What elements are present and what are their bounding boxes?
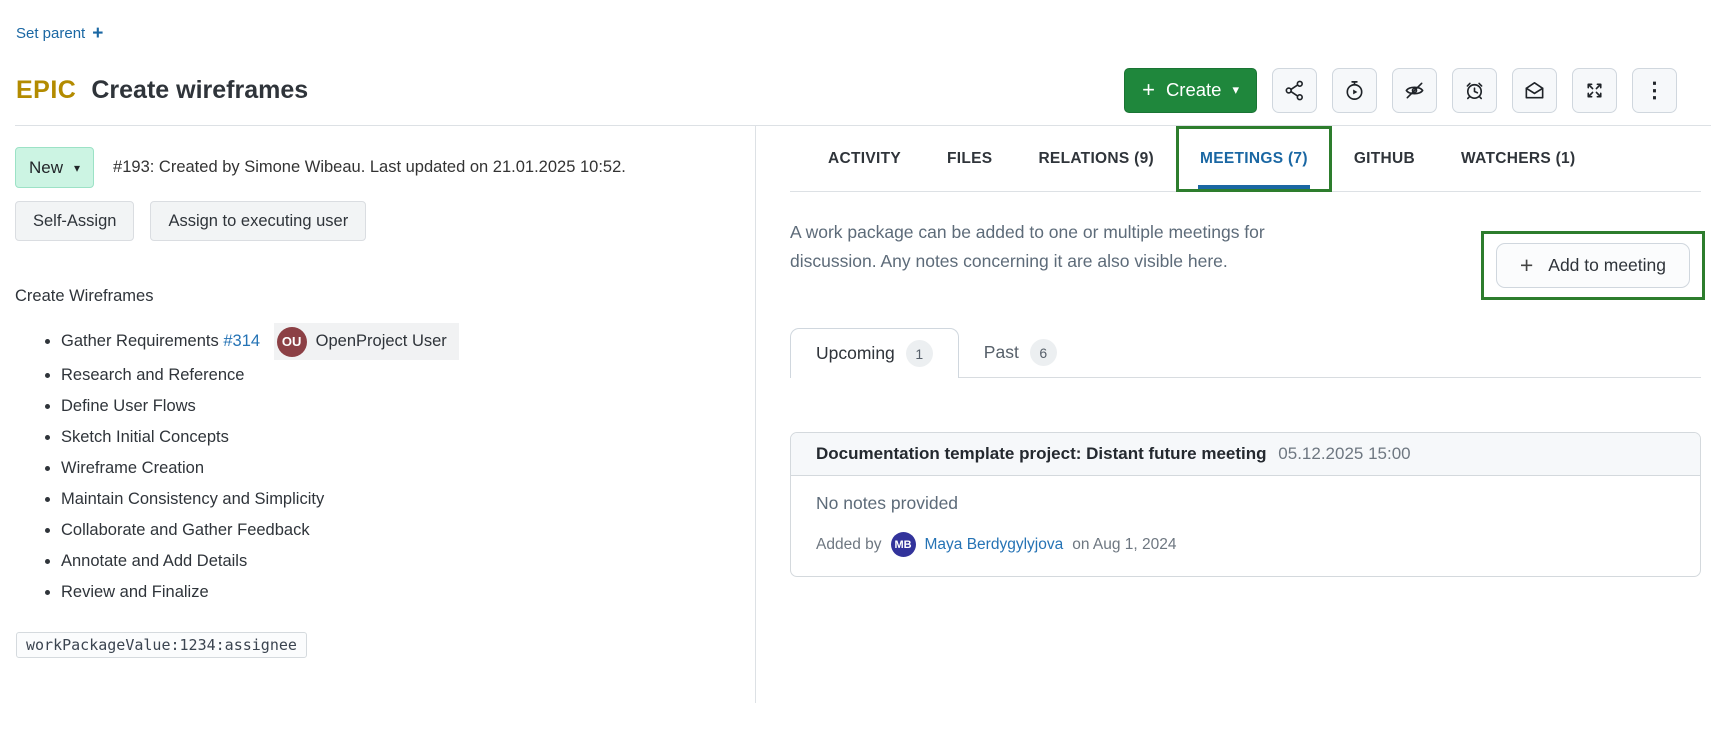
assign-actions-row: Self-Assign Assign to executing user <box>15 201 741 241</box>
share-icon <box>1283 79 1306 102</box>
list-item: Collaborate and Gather Feedback <box>61 515 741 546</box>
plus-icon: + <box>1520 254 1533 277</box>
tab-files[interactable]: FILES <box>947 126 992 191</box>
list-item: Sketch Initial Concepts <box>61 422 741 453</box>
add-to-meeting-label: Add to meeting <box>1548 255 1666 276</box>
meeting-title: Documentation template project: Distant … <box>816 444 1267 463</box>
plus-icon: + <box>92 24 103 43</box>
tab-github[interactable]: GITHUB <box>1354 126 1415 191</box>
subtab-upcoming-label: Upcoming <box>816 343 895 364</box>
avatar: OU <box>277 327 307 357</box>
mark-read-button[interactable] <box>1512 68 1557 113</box>
added-date-label: on Aug 1, 2024 <box>1072 536 1176 554</box>
meeting-card-header[interactable]: Documentation template project: Distant … <box>791 433 1700 476</box>
create-button-label: Create <box>1166 79 1222 101</box>
chevron-down-icon: ▾ <box>74 161 80 175</box>
meetings-header-row: A work package can be added to one or mu… <box>790 218 1701 300</box>
meeting-datetime: 05.12.2025 15:00 <box>1278 444 1410 463</box>
main-split: New ▾ #193: Created by Simone Wibeau. La… <box>15 125 1711 703</box>
user-mention-name: OpenProject User <box>316 326 447 357</box>
work-package-link[interactable]: #314 <box>223 332 260 350</box>
tab-activity[interactable]: ACTIVITY <box>828 126 901 191</box>
plus-icon: + <box>1142 79 1155 101</box>
meeting-card: Documentation template project: Distant … <box>790 432 1701 577</box>
macro-code-chip: workPackageValue:1234:assignee <box>16 632 307 658</box>
creation-meta-text: #193: Created by Simone Wibeau. Last upd… <box>113 158 626 177</box>
start-timer-button[interactable] <box>1332 68 1377 113</box>
list-item: Review and Finalize <box>61 577 741 608</box>
past-count-badge: 6 <box>1030 339 1057 366</box>
added-by-label: Added by <box>816 536 882 554</box>
status-row: New ▾ #193: Created by Simone Wibeau. La… <box>15 147 741 188</box>
work-package-details-panel: New ▾ #193: Created by Simone Wibeau. La… <box>15 126 741 703</box>
meetings-tab-annotation-box: MEETINGS (7) <box>1176 126 1332 192</box>
reminder-button[interactable] <box>1452 68 1497 113</box>
avatar: MB <box>891 532 916 557</box>
fullscreen-icon <box>1583 79 1606 102</box>
add-to-meeting-annotation-box: + Add to meeting <box>1481 231 1705 300</box>
fullscreen-button[interactable] <box>1572 68 1617 113</box>
subtab-upcoming[interactable]: Upcoming 1 <box>790 328 959 378</box>
toolbar: + Create ▾ <box>1124 68 1695 113</box>
user-mention-chip[interactable]: OU OpenProject User <box>274 323 459 360</box>
page-title: Create wireframes <box>91 76 308 105</box>
set-parent-label: Set parent <box>16 25 85 42</box>
description-list: Gather Requirements #314 OU OpenProject … <box>15 323 741 608</box>
stopwatch-icon <box>1343 79 1366 102</box>
list-item: Wireframe Creation <box>61 453 741 484</box>
eye-slash-icon <box>1403 79 1426 102</box>
kebab-icon: ⋮ <box>1644 80 1665 101</box>
upcoming-count-badge: 1 <box>906 340 933 367</box>
list-item: Gather Requirements #314 OU OpenProject … <box>61 323 741 360</box>
title-row: EPIC Create wireframes + Create ▾ <box>16 67 1695 113</box>
work-package-type-label: EPIC <box>16 76 76 105</box>
status-label: New <box>29 158 63 178</box>
description-heading: Create Wireframes <box>15 287 741 306</box>
status-dropdown[interactable]: New ▾ <box>15 147 94 188</box>
add-to-meeting-button[interactable]: + Add to meeting <box>1496 243 1690 288</box>
meetings-subtabs: Upcoming 1 Past 6 <box>790 328 1701 378</box>
set-parent-link[interactable]: Set parent + <box>16 24 103 43</box>
tab-meetings[interactable]: MEETINGS (7) <box>1200 129 1308 189</box>
meeting-card-footer: Added by MB Maya Berdygylyjova on Aug 1,… <box>791 518 1700 576</box>
work-package-page: Set parent + EPIC Create wireframes + Cre… <box>0 0 1711 754</box>
work-package-tabs-panel: ACTIVITY FILES RELATIONS (9) MEETINGS (7… <box>756 126 1711 703</box>
more-button[interactable]: ⋮ <box>1632 68 1677 113</box>
subtab-past-label: Past <box>984 342 1019 363</box>
meeting-notes: No notes provided <box>791 476 1700 518</box>
chevron-down-icon: ▾ <box>1232 82 1239 98</box>
assign-executing-user-button[interactable]: Assign to executing user <box>150 201 366 241</box>
subtab-past[interactable]: Past 6 <box>959 328 1082 377</box>
self-assign-button[interactable]: Self-Assign <box>15 201 134 241</box>
page-header: Set parent + EPIC Create wireframes + Cre… <box>0 0 1711 113</box>
open-envelope-icon <box>1523 79 1546 102</box>
list-item: Annotate and Add Details <box>61 546 741 577</box>
unwatch-button[interactable] <box>1392 68 1437 113</box>
author-link[interactable]: Maya Berdygylyjova <box>925 536 1064 554</box>
list-item-text: Gather Requirements <box>61 332 219 350</box>
tab-bar: ACTIVITY FILES RELATIONS (9) MEETINGS (7… <box>790 126 1701 192</box>
tab-watchers[interactable]: WATCHERS (1) <box>1461 126 1575 191</box>
share-button[interactable] <box>1272 68 1317 113</box>
list-item: Maintain Consistency and Simplicity <box>61 484 741 515</box>
alarm-clock-icon <box>1463 79 1486 102</box>
meetings-info-text: A work package can be added to one or mu… <box>790 218 1355 276</box>
list-item: Define User Flows <box>61 391 741 422</box>
list-item: Research and Reference <box>61 360 741 391</box>
tab-relations[interactable]: RELATIONS (9) <box>1038 126 1154 191</box>
create-button[interactable]: + Create ▾ <box>1124 68 1257 113</box>
